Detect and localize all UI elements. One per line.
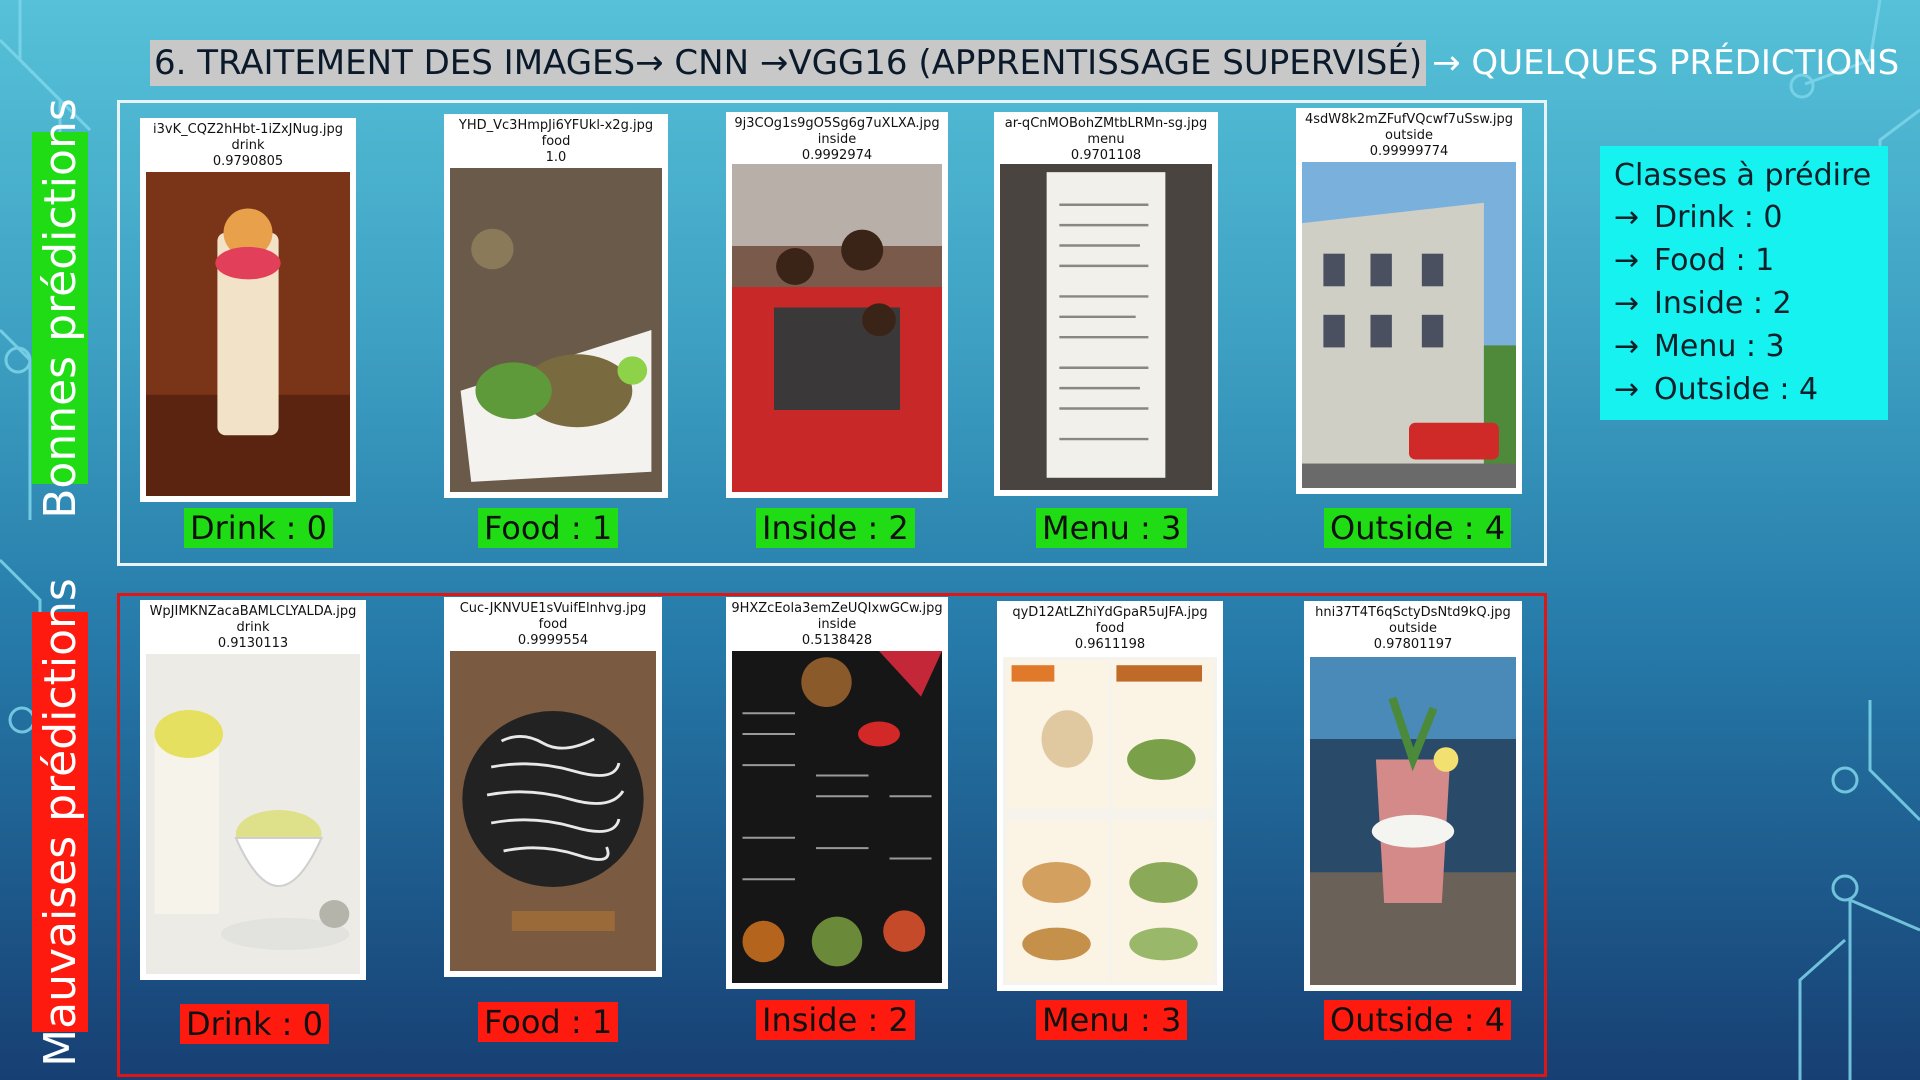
predicted-label: drink	[231, 138, 265, 153]
confidence-score: 0.9701108	[1070, 148, 1142, 163]
cocktail-bar-photo	[1310, 657, 1516, 985]
legend-item-label: Menu : 3	[1654, 329, 1785, 364]
card-meta: WpJIMKNZacaBAMLCLYALDA.jpg drink 0.91301…	[140, 600, 366, 652]
confidence-score: 0.5138428	[801, 633, 873, 648]
class-caption: Food : 1	[478, 508, 619, 548]
title-highlight: 6. TRAITEMENT DES IMAGES→ CNN →VGG16 (AP…	[150, 40, 1427, 86]
prediction-card: hni37T4T6qSctyDsNtd9kQ.jpg outside 0.978…	[1304, 601, 1522, 991]
bad-predictions-label: Mauvaises prédictions	[34, 577, 86, 1067]
predicted-label: outside	[1385, 128, 1433, 143]
predicted-label: inside	[817, 132, 857, 147]
file-name: ar-qCnMOBohZMtbLRMn-sg.jpg	[1004, 116, 1208, 131]
bad-predictions-label-box: Mauvaises prédictions	[32, 578, 88, 1066]
confidence-score: 1.0	[545, 150, 567, 165]
file-name: WpJIMKNZacaBAMLCLYALDA.jpg	[149, 604, 357, 619]
class-caption: Food : 1	[478, 1002, 619, 1042]
legend-item: → Outside : 4	[1614, 368, 1874, 411]
class-caption: Menu : 3	[1036, 508, 1188, 548]
legend-item-label: Outside : 4	[1654, 372, 1819, 407]
title-rest: → QUELQUES PRÉDICTIONS	[1432, 43, 1900, 83]
dark-menu-photo	[732, 651, 942, 983]
legend-item: → Inside : 2	[1614, 282, 1874, 325]
class-caption: Drink : 0	[184, 508, 333, 548]
prediction-card: ar-qCnMOBohZMtbLRMn-sg.jpg menu 0.970110…	[994, 112, 1218, 496]
predicted-label: outside	[1389, 621, 1437, 636]
confidence-score: 0.97801197	[1373, 637, 1453, 652]
prediction-card: 4sdW8k2mZFufVQcwf7uSsw.jpg outside 0.999…	[1296, 108, 1522, 494]
card-meta: Cuc-JKNVUE1sVuifElnhvg.jpg food 0.999955…	[444, 597, 662, 649]
confidence-score: 0.9611198	[1074, 637, 1146, 652]
legend-title: Classes à prédire	[1614, 158, 1872, 193]
predicted-label: food	[1095, 621, 1125, 636]
food-plate-photo	[450, 168, 662, 492]
prediction-card: 9j3COg1s9gO5Sg6g7uXLXA.jpg inside 0.9992…	[726, 112, 948, 498]
class-caption: Outside : 4	[1324, 1000, 1512, 1040]
drink-glass-photo	[146, 172, 350, 496]
bakery-menu-photo	[1003, 657, 1217, 985]
ice-cream-cups-photo	[146, 654, 360, 974]
card-meta: qyD12AtLZhiYdGpaR5uJFA.jpg food 0.961119…	[997, 601, 1223, 653]
confidence-score: 0.9999554	[517, 633, 589, 648]
menu-sheet-photo	[1000, 164, 1212, 490]
slide-title: 6. TRAITEMENT DES IMAGES→ CNN →VGG16 (AP…	[150, 40, 1899, 86]
file-name: i3vK_CQZ2hHbt-1iZxJNug.jpg	[153, 122, 343, 137]
legend-item-label: Drink : 0	[1654, 200, 1783, 235]
file-name: YHD_Vc3HmpJi6YFUkl-x2g.jpg	[458, 118, 654, 133]
file-name: Cuc-JKNVUE1sVuifElnhvg.jpg	[459, 601, 647, 616]
arrow-right-icon: →	[1614, 286, 1640, 321]
good-predictions-label-box: Bonnes prédictions	[32, 98, 88, 518]
file-name: 9HXZcEola3emZeUQIxwGCw.jpg	[731, 601, 943, 616]
predicted-label: inside	[817, 617, 857, 632]
restaurant-booth-photo	[732, 164, 942, 492]
class-caption: Inside : 2	[756, 508, 915, 548]
chalkboard-photo	[450, 651, 656, 971]
prediction-card: i3vK_CQZ2hHbt-1iZxJNug.jpg drink 0.97908…	[140, 118, 356, 502]
prediction-card: WpJIMKNZacaBAMLCLYALDA.jpg drink 0.91301…	[140, 600, 366, 980]
card-meta: ar-qCnMOBohZMtbLRMn-sg.jpg menu 0.970110…	[994, 112, 1218, 164]
building-street-photo	[1302, 162, 1516, 488]
card-meta: 9HXZcEola3emZeUQIxwGCw.jpg inside 0.5138…	[726, 597, 948, 649]
class-caption: Inside : 2	[756, 1000, 915, 1040]
file-name: 9j3COg1s9gO5Sg6g7uXLXA.jpg	[734, 116, 940, 131]
legend-item: → Menu : 3	[1614, 325, 1874, 368]
arrow-right-icon: →	[1614, 243, 1640, 278]
card-meta: 4sdW8k2mZFufVQcwf7uSsw.jpg outside 0.999…	[1296, 108, 1522, 160]
legend-item: → Food : 1	[1614, 239, 1874, 282]
predicted-label: food	[538, 617, 568, 632]
arrow-right-icon: →	[1614, 200, 1640, 235]
card-meta: hni37T4T6qSctyDsNtd9kQ.jpg outside 0.978…	[1304, 601, 1522, 653]
predicted-label: drink	[236, 620, 270, 635]
card-meta: i3vK_CQZ2hHbt-1iZxJNug.jpg drink 0.97908…	[140, 118, 356, 170]
confidence-score: 0.99999774	[1369, 144, 1449, 159]
legend-item-label: Inside : 2	[1654, 286, 1792, 321]
confidence-score: 0.9130113	[217, 636, 289, 651]
classes-legend: Classes à prédire → Drink : 0 → Food : 1 →…	[1600, 146, 1888, 420]
legend-item: → Drink : 0	[1614, 196, 1874, 239]
confidence-score: 0.9790805	[212, 154, 284, 169]
file-name: qyD12AtLZhiYdGpaR5uJFA.jpg	[1012, 605, 1208, 620]
good-predictions-label: Bonnes prédictions	[34, 97, 86, 519]
prediction-card: qyD12AtLZhiYdGpaR5uJFA.jpg food 0.961119…	[997, 601, 1223, 991]
class-caption: Outside : 4	[1324, 508, 1512, 548]
arrow-right-icon: →	[1614, 372, 1640, 407]
legend-item-label: Food : 1	[1654, 243, 1775, 278]
prediction-card: Cuc-JKNVUE1sVuifElnhvg.jpg food 0.999955…	[444, 597, 662, 977]
prediction-card: YHD_Vc3HmpJi6YFUkl-x2g.jpg food 1.0	[444, 114, 668, 498]
class-caption: Menu : 3	[1036, 1000, 1188, 1040]
arrow-right-icon: →	[1614, 329, 1640, 364]
confidence-score: 0.9992974	[801, 148, 873, 163]
predicted-label: menu	[1087, 132, 1125, 147]
card-meta: YHD_Vc3HmpJi6YFUkl-x2g.jpg food 1.0	[444, 114, 668, 166]
file-name: hni37T4T6qSctyDsNtd9kQ.jpg	[1315, 605, 1511, 620]
class-caption: Drink : 0	[180, 1004, 329, 1044]
card-meta: 9j3COg1s9gO5Sg6g7uXLXA.jpg inside 0.9992…	[726, 112, 948, 164]
prediction-card: 9HXZcEola3emZeUQIxwGCw.jpg inside 0.5138…	[726, 597, 948, 989]
predicted-label: food	[541, 134, 571, 149]
file-name: 4sdW8k2mZFufVQcwf7uSsw.jpg	[1304, 112, 1514, 127]
